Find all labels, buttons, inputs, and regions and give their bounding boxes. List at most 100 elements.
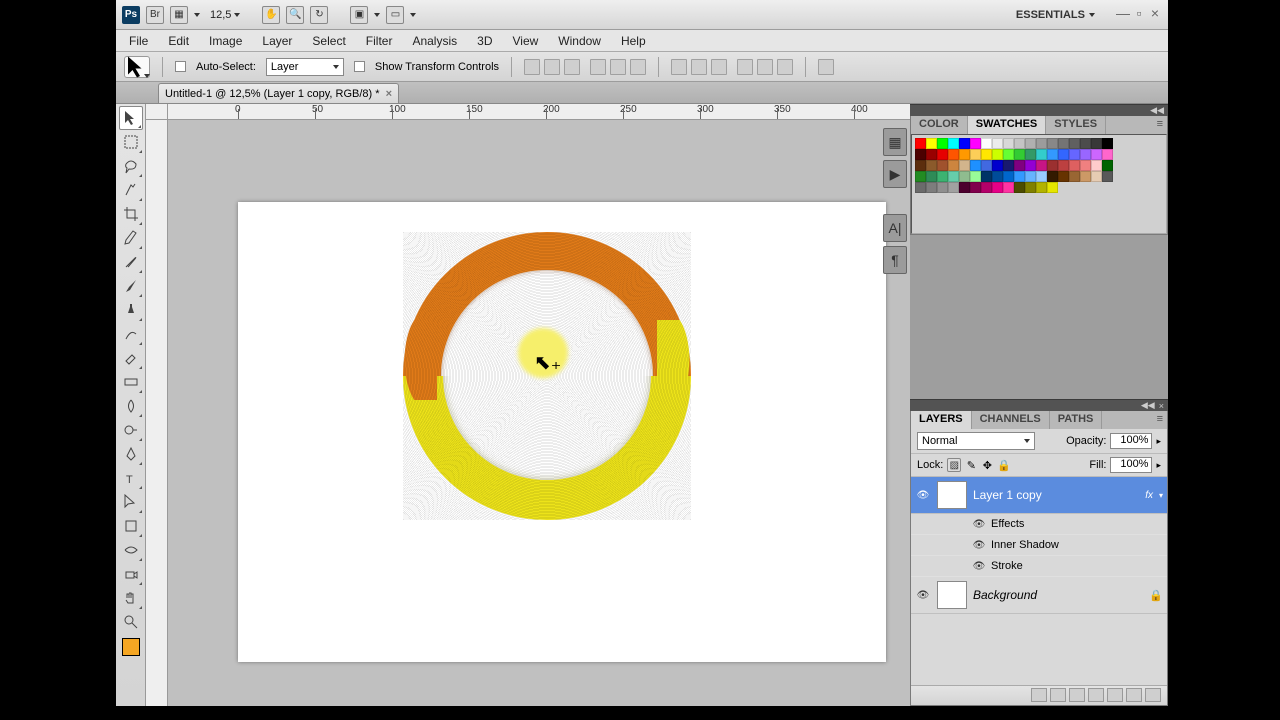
adjustment-layer-icon[interactable] (1088, 688, 1104, 702)
bridge-icon[interactable]: Br (146, 6, 164, 24)
menu-help[interactable]: Help (612, 31, 655, 51)
align-left-icon[interactable] (590, 59, 606, 75)
swatch-cell[interactable] (1102, 171, 1113, 182)
align-hcenter-icon[interactable] (610, 59, 626, 75)
blend-mode-select[interactable]: Normal (917, 432, 1035, 450)
lock-pixels-icon[interactable]: ✎ (965, 459, 977, 472)
swatch-cell[interactable] (926, 160, 937, 171)
tab-color[interactable]: COLOR (911, 116, 968, 134)
brushes-panel-icon[interactable]: ▦ (883, 128, 907, 156)
swatch-cell[interactable] (937, 160, 948, 171)
swatch-cell[interactable] (1080, 149, 1091, 160)
distribute-vcenter-icon[interactable] (691, 59, 707, 75)
swatch-cell[interactable] (970, 138, 981, 149)
menu-window[interactable]: Window (549, 31, 610, 51)
auto-select-target[interactable]: Layer (266, 58, 344, 76)
swatch-cell[interactable] (1058, 149, 1069, 160)
menu-image[interactable]: Image (200, 31, 251, 51)
layer-name[interactable]: Background (973, 588, 1143, 602)
visibility-toggle[interactable]: 👁 (915, 587, 931, 603)
swatch-cell[interactable] (1080, 138, 1091, 149)
type-tool[interactable]: T (119, 466, 143, 490)
swatch-cell[interactable] (1047, 138, 1058, 149)
distribute-top-icon[interactable] (671, 59, 687, 75)
swatch-cell[interactable] (1102, 160, 1113, 171)
distribute-bottom-icon[interactable] (711, 59, 727, 75)
swatch-cell[interactable] (1003, 149, 1014, 160)
screen-mode-icon[interactable]: ▭ (386, 6, 404, 24)
layer-thumbnail[interactable] (937, 581, 967, 609)
dodge-tool[interactable] (119, 418, 143, 442)
swatch-cell[interactable] (1036, 160, 1047, 171)
distribute-right-icon[interactable] (777, 59, 793, 75)
swatch-cell[interactable] (937, 182, 948, 193)
align-vcenter-icon[interactable] (544, 59, 560, 75)
menu-filter[interactable]: Filter (357, 31, 402, 51)
swatch-cell[interactable] (1025, 160, 1036, 171)
tab-channels[interactable]: CHANNELS (972, 411, 1050, 429)
swatch-cell[interactable] (992, 160, 1003, 171)
path-selection-tool[interactable] (119, 490, 143, 514)
move-tool[interactable] (119, 106, 143, 130)
swatch-cell[interactable] (1069, 160, 1080, 171)
swatch-cell[interactable] (1014, 138, 1025, 149)
swatch-cell[interactable] (948, 149, 959, 160)
eyedropper-tool[interactable] (119, 226, 143, 250)
swatch-cell[interactable] (1091, 171, 1102, 182)
menu-analysis[interactable]: Analysis (403, 31, 466, 51)
zoom-display[interactable]: 12,5 (210, 9, 240, 21)
chevron-down-icon[interactable]: ▾ (1159, 491, 1163, 500)
swatch-cell[interactable] (1080, 160, 1091, 171)
move-tool-icon[interactable] (124, 56, 150, 78)
menu-layer[interactable]: Layer (253, 31, 301, 51)
auto-align-icon[interactable] (818, 59, 834, 75)
swatch-cell[interactable] (1058, 171, 1069, 182)
swatch-cell[interactable] (926, 171, 937, 182)
character-panel-icon[interactable]: A| (883, 214, 907, 242)
paragraph-panel-icon[interactable]: ¶ (883, 246, 907, 274)
tab-swatches[interactable]: SWATCHES (968, 116, 1047, 134)
swatch-cell[interactable] (1036, 138, 1047, 149)
swatch-cell[interactable] (981, 149, 992, 160)
swatch-cell[interactable] (1025, 182, 1036, 193)
swatch-cell[interactable] (1003, 138, 1014, 149)
swatch-cell[interactable] (1047, 182, 1058, 193)
restore-button[interactable]: ▫ (1132, 8, 1146, 22)
swatch-cell[interactable] (1047, 149, 1058, 160)
swatch-cell[interactable] (959, 182, 970, 193)
swatch-cell[interactable] (959, 160, 970, 171)
swatch-cell[interactable] (1036, 182, 1047, 193)
swatch-cell[interactable] (970, 160, 981, 171)
panel-collapse-strip[interactable]: ◀◀ (910, 104, 1168, 116)
gradient-tool[interactable] (119, 370, 143, 394)
panel-menu-icon[interactable]: ≡ (1153, 411, 1167, 429)
swatch-cell[interactable] (959, 149, 970, 160)
shape-tool[interactable] (119, 514, 143, 538)
swatch-cell[interactable] (1025, 149, 1036, 160)
align-bottom-icon[interactable] (564, 59, 580, 75)
swatch-cell[interactable] (915, 149, 926, 160)
menu-select[interactable]: Select (303, 31, 354, 51)
zoom-tool-icon[interactable]: 🔍 (286, 6, 304, 24)
workspace-switcher[interactable]: ESSENTIALS (1009, 6, 1102, 24)
swatch-cell[interactable] (1091, 138, 1102, 149)
swatch-cell[interactable] (981, 182, 992, 193)
swatch-cell[interactable] (926, 138, 937, 149)
swatch-cell[interactable] (1047, 171, 1058, 182)
menu-edit[interactable]: Edit (159, 31, 198, 51)
swatch-cell[interactable] (937, 171, 948, 182)
swatch-cell[interactable] (992, 149, 1003, 160)
swatch-cell[interactable] (1102, 149, 1113, 160)
swatch-cell[interactable] (970, 182, 981, 193)
menu-3d[interactable]: 3D (468, 31, 501, 51)
ruler-origin[interactable] (146, 104, 168, 120)
hand-tool-icon[interactable]: ✋ (262, 6, 280, 24)
swatch-cell[interactable] (959, 138, 970, 149)
swatch-cell[interactable] (915, 182, 926, 193)
new-layer-icon[interactable] (1126, 688, 1142, 702)
swatch-cell[interactable] (1080, 171, 1091, 182)
swatch-cell[interactable] (1003, 171, 1014, 182)
foreground-color-swatch[interactable] (122, 638, 140, 656)
swatch-cell[interactable] (970, 149, 981, 160)
swatch-cell[interactable] (1014, 149, 1025, 160)
